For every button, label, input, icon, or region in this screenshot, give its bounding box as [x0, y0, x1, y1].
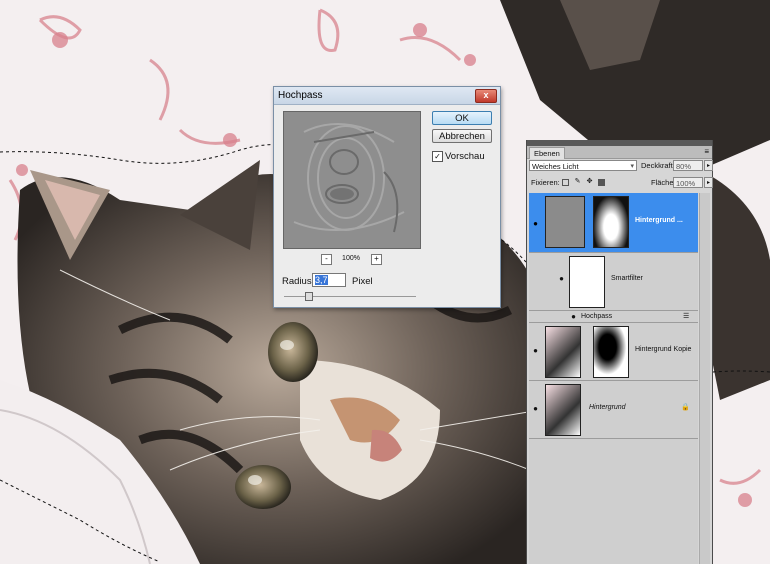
layer-mask-thumbnail — [593, 326, 629, 378]
panel-menu-icon[interactable]: ≡ — [704, 147, 709, 156]
opacity-arrow-icon[interactable]: ▸ — [704, 160, 713, 171]
ok-button[interactable]: OK — [432, 111, 492, 125]
opacity-label: Deckkraft: — [641, 161, 675, 170]
layer-name: Smartfilter — [611, 275, 643, 282]
zoom-out-button[interactable]: - — [321, 254, 332, 265]
slider-thumb[interactable] — [304, 292, 313, 301]
lock-all-icon[interactable] — [598, 179, 605, 186]
layer-row-hintergrund[interactable]: ● Hintergrund 🔒 — [529, 381, 698, 439]
zoom-level: 100% — [342, 255, 360, 262]
smartobject-thumbnail — [545, 196, 585, 248]
lock-icon: 🔒 — [681, 404, 690, 411]
layer-name: Hochpass — [581, 313, 613, 320]
close-button[interactable]: x — [475, 89, 497, 103]
layer-row-hintergrund-smart[interactable]: ● Hintergrund ... — [529, 193, 698, 253]
fill-input[interactable]: 100% — [673, 177, 703, 188]
radius-slider[interactable] — [284, 292, 416, 301]
fill-arrow-icon[interactable]: ▸ — [704, 177, 713, 188]
layers-scrollbar[interactable] — [699, 193, 710, 564]
preview-label: Vorschau — [445, 151, 485, 162]
layer-row-hintergrund-kopie[interactable]: ● Hintergrund Kopie — [529, 323, 698, 381]
lock-position-icon[interactable]: ✥ — [586, 178, 593, 186]
checkbox-icon[interactable]: ✓ — [432, 151, 443, 162]
dialog-title: Hochpass — [278, 90, 323, 101]
lock-row: Fixieren: ✎ ✥ Fläche: 100% ▸ — [529, 177, 713, 189]
panel-tabs: Ebenen ≡ — [527, 146, 712, 159]
visibility-eye-icon[interactable]: ● — [531, 405, 540, 413]
hochpass-dialog: Hochpass x - 100% + OK Abbrechen ✓ Vorsc… — [273, 86, 501, 308]
visibility-eye-icon[interactable]: ● — [531, 220, 540, 228]
filter-options-icon[interactable]: ☰ — [683, 312, 689, 320]
layer-thumbnail — [545, 326, 581, 378]
layers-list: ● Hintergrund ... ● Smartfilter ● Hochpa… — [529, 193, 698, 564]
smartfilter-mask-thumbnail — [569, 256, 605, 308]
lock-paint-icon[interactable]: ✎ — [574, 178, 581, 186]
layer-thumbnail — [545, 384, 581, 436]
lock-transparency-icon[interactable] — [562, 179, 569, 186]
layers-panel: Ebenen ≡ Weiches Licht ▾ Deckkraft: 80% … — [526, 140, 713, 564]
visibility-eye-icon[interactable]: ● — [531, 347, 540, 355]
visibility-eye-icon[interactable]: ● — [569, 313, 578, 321]
radius-input[interactable]: 3,7 — [312, 273, 346, 287]
lock-label: Fixieren: — [531, 178, 560, 187]
visibility-eye-icon[interactable]: ● — [557, 275, 566, 283]
layer-name: Hintergrund — [589, 404, 626, 411]
opacity-input[interactable]: 80% — [673, 160, 703, 171]
cancel-button[interactable]: Abbrechen — [432, 129, 492, 143]
tab-ebenen[interactable]: Ebenen — [529, 147, 565, 159]
layer-name: Hintergrund ... — [635, 217, 683, 224]
zoom-in-button[interactable]: + — [371, 254, 382, 265]
radius-value: 3,7 — [315, 275, 328, 285]
blend-mode-value: Weiches Licht — [532, 162, 579, 171]
filter-preview[interactable] — [283, 111, 421, 249]
zoom-controls: - 100% + — [321, 254, 382, 266]
layer-mask-thumbnail — [593, 196, 629, 248]
highpass-preview-image — [284, 112, 420, 248]
chevron-down-icon: ▾ — [630, 163, 634, 170]
radius-label: Radius: — [282, 276, 315, 287]
layer-row-hochpass-filter[interactable]: ● Hochpass ☰ — [529, 311, 698, 323]
dialog-titlebar[interactable]: Hochpass x — [274, 87, 500, 105]
layer-name: Hintergrund Kopie — [635, 346, 692, 353]
blend-mode-select[interactable]: Weiches Licht ▾ — [529, 160, 637, 171]
blend-row: Weiches Licht ▾ Deckkraft: 80% ▸ — [529, 160, 713, 172]
layer-row-smartfilter[interactable]: ● Smartfilter — [529, 253, 698, 311]
fill-label: Fläche: — [651, 178, 676, 187]
radius-unit: Pixel — [352, 276, 373, 287]
